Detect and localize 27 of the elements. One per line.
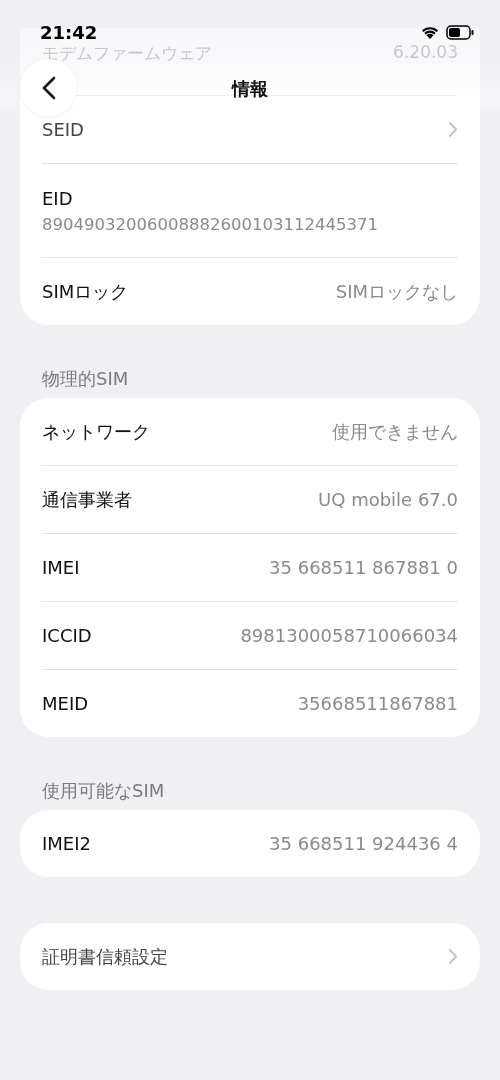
row-label: IMEI [42,557,80,578]
row-label: 証明書信頼設定 [42,944,168,969]
row-label: SIMロック [42,279,129,304]
row-label: ネットワーク [42,419,150,444]
row-value: 8981300058710066034 [240,625,458,646]
settings-row[interactable]: 証明書信頼設定 [42,923,458,990]
row-value: 89049032006008882600103112445371 [42,214,378,234]
row-value: SIMロックなし [335,279,458,304]
status-time: 21:42 [40,21,98,43]
battery-icon [446,24,474,40]
row-label: EID [42,187,73,209]
section-header: 物理的SIM [41,367,130,391]
row-label: ICCID [42,625,92,646]
row-label: MEID [42,693,89,714]
section-header: 使用可能なSIM [41,779,166,803]
row-value: 35668511867881 [297,693,458,714]
back-icon [41,75,56,100]
chevron-icon [448,948,458,965]
row-value: UQ mobile 67.0 [318,489,458,510]
wifi-icon [420,24,440,40]
chevron-icon [448,121,458,138]
row-label: 通信事業者 [42,487,132,512]
row-label: SEID [42,119,84,140]
row-label: IMEI2 [42,833,91,854]
row-value: 35 668511 867881 0 [269,557,458,578]
row-value: 35 668511 924436 4 [269,833,458,854]
row-value: 使用できません [332,419,458,444]
